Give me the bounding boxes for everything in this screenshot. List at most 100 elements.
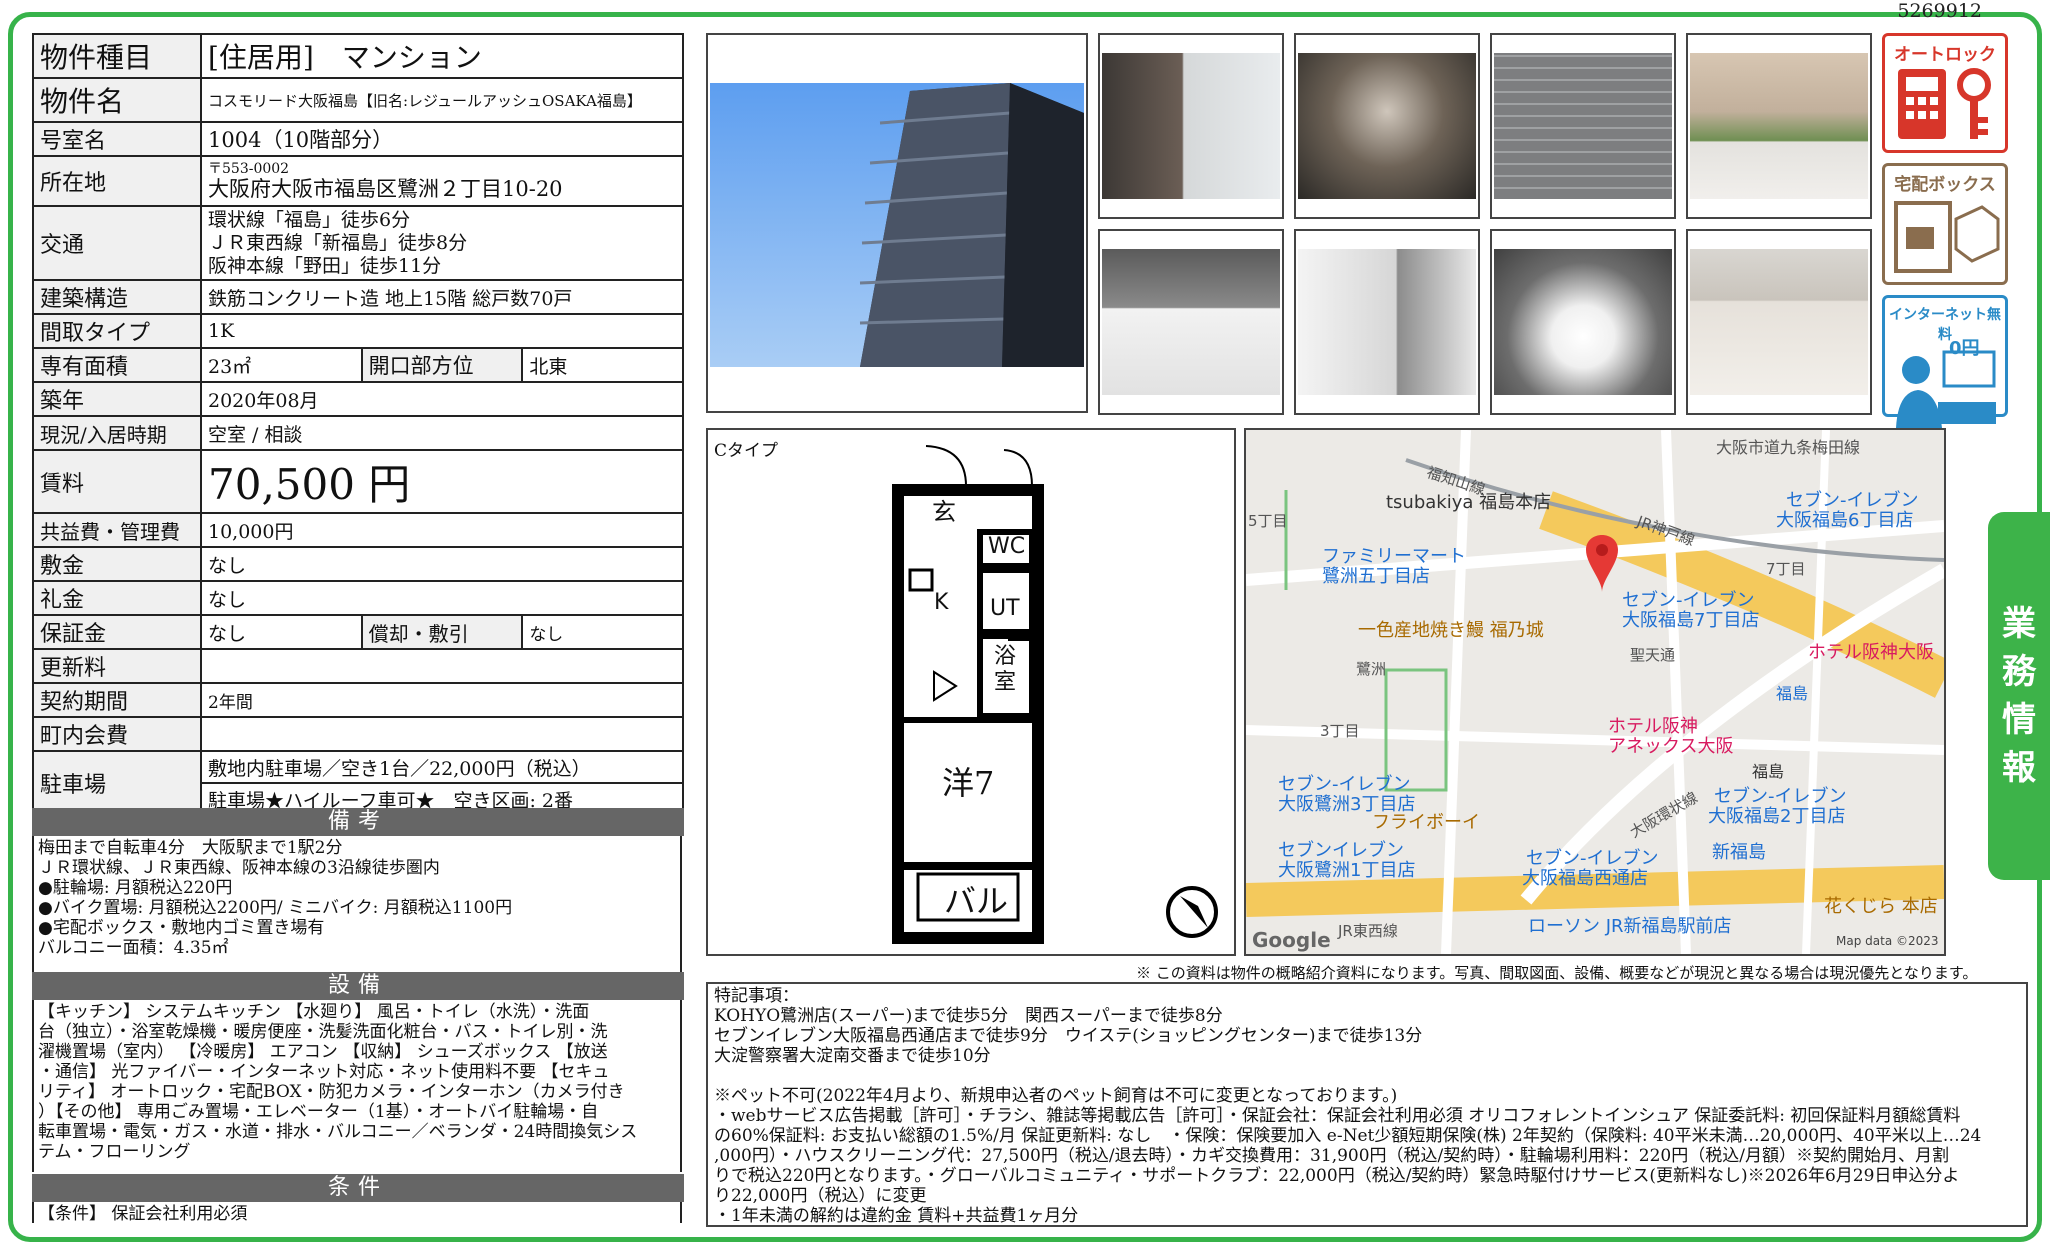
address-label: 所在地 [32,155,202,207]
remarks-body: 梅田まで自転車4分 大阪駅まで1駅2分 ＪＲ環状線、ＪＲ東西線、阪神本線の3沿線… [32,836,682,972]
map-label: tsubakiya 福島本店 [1386,492,1552,513]
layout-value: 1K [200,313,684,349]
washbasin-photo[interactable] [1098,229,1284,415]
equipment-line: テム・フローリング [38,1142,191,1162]
address-cell: 〒553-0002 大阪府大阪市福島区鷺洲２丁目10-20 [200,155,684,207]
structure-label: 建築構造 [32,279,202,315]
delivery-box-label: 宅配ボックス [1894,175,1996,195]
special-line: の60%保証料: お支払い総額の1.5%/月 保証更新料: なし ・保険：保険要… [714,1126,1982,1146]
plan-balcony-label: バル [944,882,1009,920]
special-line: ,000円）・ハウスクリーニング代：27,500円（税込/退去時）・カギ交換費用… [714,1146,1949,1166]
map-label: 7丁目 [1766,560,1806,578]
special-line: ※ペット不可(2022年4月より、新規申込者のペット飼育は不可に変更となっており… [714,1086,1398,1106]
equipment-header: 設備 [32,972,684,1000]
map-label: 聖天通 [1630,646,1676,664]
postal-code: 〒553-0002 [208,161,290,177]
free-internet-icon: インターネット無料 0円 [1882,295,2008,428]
amortization-value: なし [521,614,684,650]
built-label: 築年 [32,381,202,417]
map-label: 大阪鷺洲1丁目店 [1278,860,1416,881]
plan-room-label: 洋7 [942,764,995,802]
direction-value: 北東 [521,347,684,383]
layout-label: 間取タイプ [32,313,202,349]
type-label: 物件種目 [32,33,202,79]
toilet-image [1494,249,1672,395]
mailbox-photo[interactable] [1490,33,1676,219]
remarks-line: ●駐輪場: 月額税込220円 [38,878,233,898]
equipment-line: リティ】 オートロック・宅配BOX・防犯カメラ・インターホン（カメラ付き [38,1082,625,1102]
address-value: 大阪府大阪市福島区鷺洲２丁目10-20 [208,177,563,201]
guarantee-label: 保証金 [32,614,202,650]
direction-label: 開口部方位 [360,347,524,383]
special-line [714,1066,2020,1086]
guarantee-value: なし [200,614,363,650]
map-label: 大阪市道九条梅田線 [1716,438,1861,457]
side-tab-char: 業 [2002,604,2036,644]
traffic-line: 環状線「福島」徒歩6分 [208,208,411,231]
plan-bath-label: 浴室 [994,644,1017,695]
area-map[interactable]: 大阪市道九条梅田線 福知山線 tsubakiya 福島本店 JR神戸線 セブン-… [1244,428,1946,956]
document-id: 5269912 [1897,0,1982,22]
built-value: 2020年08月 [200,381,684,417]
special-line: り22,000円（税込）に変更 [714,1186,927,1206]
toilet-photo[interactable] [1490,229,1676,415]
conditions-header: 条件 [32,1174,684,1202]
side-tab-char: 報 [2002,748,2036,788]
map-label: 5丁目 [1248,512,1288,530]
special-line: りで税込220円となります。・グローバルコミュニティ・サポートクラブ：22,00… [714,1166,1960,1186]
lobby-image [1298,53,1476,199]
renewal-value [200,648,684,684]
town-fee-label: 町内会費 [32,716,202,752]
key-money-label: 礼金 [32,580,202,616]
room-photo[interactable] [1686,229,1872,415]
autolock-icon: オートロック [1882,33,2008,153]
conditions-line: 【条件】 保証会社利用必須 [38,1204,248,1223]
map-label: 大阪福島2丁目店 [1708,806,1846,827]
plan-kitchen-label: K [934,590,949,615]
remarks-line: ＪＲ環状線、ＪＲ東西線、阪神本線の3沿線徒歩圏内 [38,858,440,878]
equipment-line: 転車置場・電気・ガス・水道・排水・バルコニー／ベランダ・24時間換気シス [38,1122,638,1142]
period-value: 2年間 [200,682,684,718]
courtyard-photo[interactable] [1686,33,1872,219]
special-line: 大淀警察署大淀南交番まで徒歩10分 [714,1046,991,1066]
map-label: 鷺洲五丁目店 [1322,566,1430,587]
traffic-label: 交通 [32,205,202,281]
business-info-tab[interactable]: 業務情報 [1988,512,2050,880]
bathroom-image [1298,249,1476,395]
equipment-line: 台（独立）・浴室乾燥機・暖房便座・洗髪洗面化粧台・バス・トイレ別・洗 [38,1022,608,1042]
map-label: 3丁目 [1320,722,1360,740]
deposit-label: 敷金 [32,546,202,582]
type-value: [住居用] マンション [200,33,684,79]
status-label: 現況/入居時期 [32,415,202,451]
plan-genkan-label: 玄 [932,498,956,526]
name-value: コスモリード大阪福島【旧名:レジュールアッシュOSAKA福島】 [200,77,684,123]
equipment-line: 濯機置場（室内） 【冷暖房】 エアコン 【収納】 シューズボックス 【放送 [38,1042,608,1062]
map-label: 鷺洲 [1356,660,1387,678]
map-label: 大阪福島6丁目店 [1776,510,1914,531]
status-value: 空室 / 相談 [200,415,684,451]
equipment-line: 【キッチン】 システムキッチン 【水廻り】 風呂・トイレ（水洗）・洗面 [38,1002,590,1022]
internet-price: 0円 [1949,338,1980,359]
traffic-line: 阪神本線「野田」徒歩11分 [208,254,442,277]
map-label: 花くじら 本店 [1824,896,1938,917]
autolock-label: オートロック [1894,45,1996,65]
remarks-line: 梅田まで自転車4分 大阪駅まで1駅2分 [38,838,343,858]
special-remarks: 特記事項： KOHYO鷺洲店(スーパー)まで徒歩5分 関西スーパーまで徒歩8分 … [706,982,2028,1227]
amortization-label: 償却・敷引 [360,614,524,650]
floor-plan: Cタイプ 玄 WC K UT 浴室 洋7 バル [706,428,1236,956]
special-line: ・1年未満の解約は違約金 賃料+共益費1ヶ月分 [714,1206,1079,1226]
traffic-cell: 環状線「福島」徒歩6分 ＪＲ東西線「新福島」徒歩8分 阪神本線「野田」徒歩11分 [200,205,684,281]
fee-label: 共益費・管理費 [32,512,202,548]
room-value: 1004（10階部分） [200,121,684,157]
entrance-photo[interactable] [1098,33,1284,219]
exterior-photo[interactable] [706,33,1088,413]
disclaimer-notice: ※ この資料は物件の概略紹介資料になります。写真、間取図面、設備、概要などが現況… [1136,964,1978,982]
lobby-photo[interactable] [1294,33,1480,219]
google-logo: Google [1252,928,1331,952]
special-line: ・webサービス広告掲載［許可］・チラシ、雑誌等掲載広告［許可］・保証会社：保証… [714,1106,1961,1126]
parking-label: 駐車場 [32,750,202,816]
map-label: 一色産地焼き鰻 福乃城 [1358,620,1544,641]
locker-parcel-icon [1894,201,2000,273]
plan-ut-label: UT [990,596,1020,621]
bathroom-photo[interactable] [1294,229,1480,415]
